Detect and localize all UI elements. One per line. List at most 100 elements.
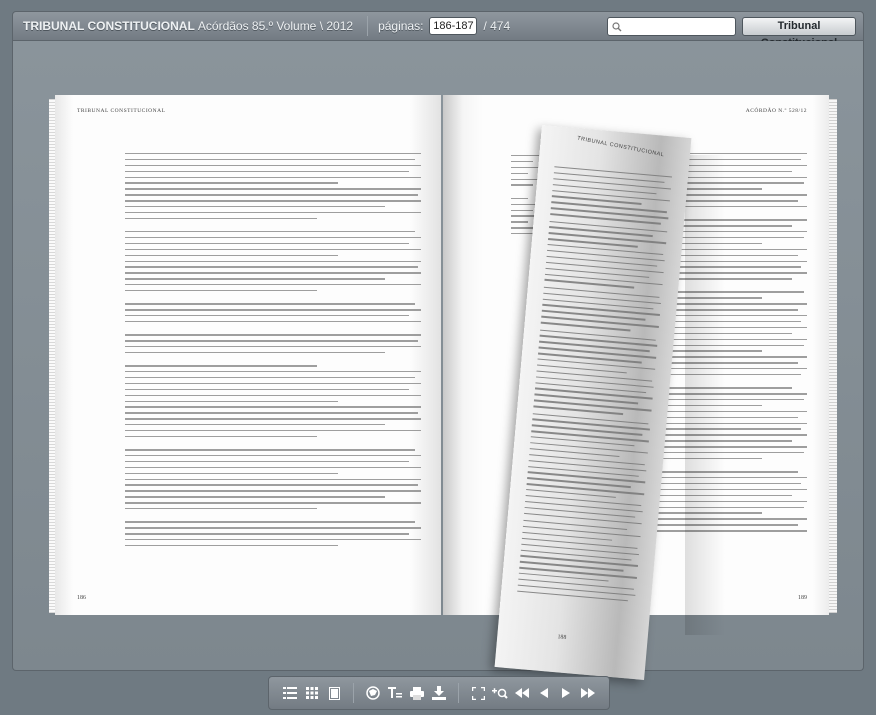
text-line [526,483,645,495]
text-line [125,496,386,498]
text-line [527,471,646,484]
share-icon[interactable] [365,684,381,702]
text-line [657,399,804,401]
text-line [657,416,798,419]
text-line [125,346,421,348]
text-line [125,533,410,535]
text-line [541,315,659,328]
first-page-icon[interactable] [514,684,530,702]
text-line [657,488,807,491]
next-page-icon[interactable] [558,684,574,702]
left-page-number: 186 [77,595,86,601]
text-icon[interactable] [387,684,403,702]
text-line [125,266,419,268]
zoom-icon[interactable] [492,684,508,702]
text-line [125,340,419,342]
text-line [525,494,641,507]
text-line [125,424,386,426]
text-line [511,209,534,211]
fullscreen-icon[interactable] [470,684,486,702]
text-line [547,249,665,262]
text-line [657,356,807,358]
text-line [657,524,798,526]
text-line [522,525,641,538]
text-line [657,303,807,305]
text-line [125,278,386,280]
last-page-icon[interactable] [580,684,596,702]
print-icon[interactable] [409,684,425,702]
text-line [125,217,318,220]
text-line [125,394,421,397]
text-line [657,452,804,454]
text-line [125,484,419,486]
text-line [125,429,421,432]
text-line [125,194,419,196]
list-icon[interactable] [282,684,298,702]
text-line [657,471,798,473]
text-line [125,224,421,225]
text-line [657,477,807,479]
text-line [125,472,339,475]
text-line [550,207,669,219]
text-line [657,309,798,311]
text-line [125,358,421,359]
text-line [657,446,807,448]
text-line [511,184,534,186]
text-line [657,464,807,465]
text-line [125,211,421,214]
text-line [125,242,410,245]
text-line [540,329,656,341]
search-box[interactable] [607,17,736,36]
toolbar-separator [458,683,459,703]
text-line [551,201,667,213]
text-line [511,197,528,200]
text-line [125,164,421,167]
tribunal-constitucional-button[interactable]: Tribunal Constitucional [742,17,856,49]
previous-page-icon[interactable] [536,684,552,702]
left-page[interactable]: TRIBUNAL CONSTITUCIONAL 186 [55,95,441,615]
text-line [554,166,673,178]
text-line [125,478,421,480]
turning-page-running-head: TRIBUNAL CONSTITUCIONAL [576,135,665,159]
text-line [545,261,664,274]
text-line [125,435,318,438]
text-line [125,272,421,274]
text-line [657,291,804,293]
grid-icon[interactable] [304,684,320,702]
text-line [125,527,421,529]
text-line [125,182,339,184]
text-line [125,508,318,510]
text-line [657,434,807,436]
text-line [125,296,421,297]
text-line [511,190,538,191]
search-input[interactable] [625,19,730,34]
text-line [125,371,421,373]
text-line [657,338,807,340]
text-line [532,418,650,431]
text-line [657,422,807,424]
text-line [125,449,416,451]
toolbar-separator [353,683,354,703]
text-line [125,351,386,354]
page-number-input[interactable] [429,17,478,35]
bottom-toolbar [268,676,610,710]
text-line [543,286,660,299]
text-line [521,543,640,556]
text-line [521,537,638,550]
single-page-icon[interactable] [326,684,342,702]
text-line [125,418,421,420]
text-line [125,254,339,257]
text-line [125,260,421,262]
text-line [125,539,421,541]
text-line [657,373,801,376]
text-line [125,502,421,504]
text-line [536,370,652,382]
text-line [532,412,649,425]
download-icon[interactable] [431,684,447,702]
text-line [657,482,801,485]
top-toolbar: TRIBUNAL CONSTITUCIONAL Acórdãos 85.º Vo… [12,11,864,49]
right-page-stack-edge [829,99,837,613]
turning-page-number: 188 [557,634,567,642]
text-line [519,566,637,579]
book-viewer: TRIBUNAL CONSTITUCIONAL 186 ACÓRDÃO N.º … [12,41,864,681]
